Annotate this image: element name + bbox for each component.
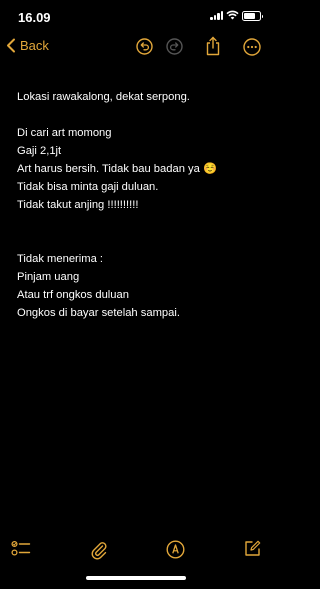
- bottom-toolbar: [0, 536, 272, 566]
- note-line: Art harus bersih. Tidak bau badan ya ☺️: [17, 163, 217, 175]
- cellular-signal-icon: [210, 11, 223, 20]
- back-label: Back: [20, 38, 49, 53]
- status-time: 16.09: [18, 10, 51, 25]
- battery-icon: [242, 11, 263, 21]
- back-button[interactable]: Back: [6, 38, 49, 53]
- note-line: Di cari art momong: [17, 127, 112, 139]
- note-line: [17, 214, 262, 232]
- checklist-icon[interactable]: [11, 540, 31, 558]
- more-icon[interactable]: [243, 38, 261, 56]
- wifi-icon: [226, 10, 239, 20]
- chevron-left-icon: [7, 38, 15, 53]
- note-body[interactable]: Lokasi rawakalong, dekat serpong. Di car…: [17, 88, 262, 322]
- note-line: Ongkos di bayar setelah sampai.: [17, 307, 180, 319]
- note-line: Tidak menerima :: [17, 253, 104, 265]
- attachment-icon[interactable]: [91, 540, 107, 560]
- note-line: Pinjam uang: [17, 271, 80, 283]
- markup-icon[interactable]: [166, 540, 185, 559]
- share-icon[interactable]: [205, 36, 221, 56]
- status-bar: 16.09: [0, 0, 272, 34]
- compose-icon[interactable]: [244, 540, 261, 557]
- note-line: Tidak takut anjing !!!!!!!!!!: [17, 199, 139, 211]
- note-line: Tidak bisa minta gaji duluan.: [17, 181, 159, 193]
- redo-icon[interactable]: [166, 38, 183, 55]
- note-line: Lokasi rawakalong, dekat serpong.: [17, 91, 190, 103]
- home-indicator[interactable]: [86, 576, 186, 580]
- nav-bar: Back: [0, 34, 272, 64]
- note-line: [17, 232, 262, 250]
- battery-level: [244, 13, 256, 19]
- note-line: [17, 106, 262, 124]
- note-line: Gaji 2,1jt: [17, 145, 62, 157]
- undo-icon[interactable]: [136, 38, 153, 55]
- note-line: Atau trf ongkos duluan: [17, 289, 129, 301]
